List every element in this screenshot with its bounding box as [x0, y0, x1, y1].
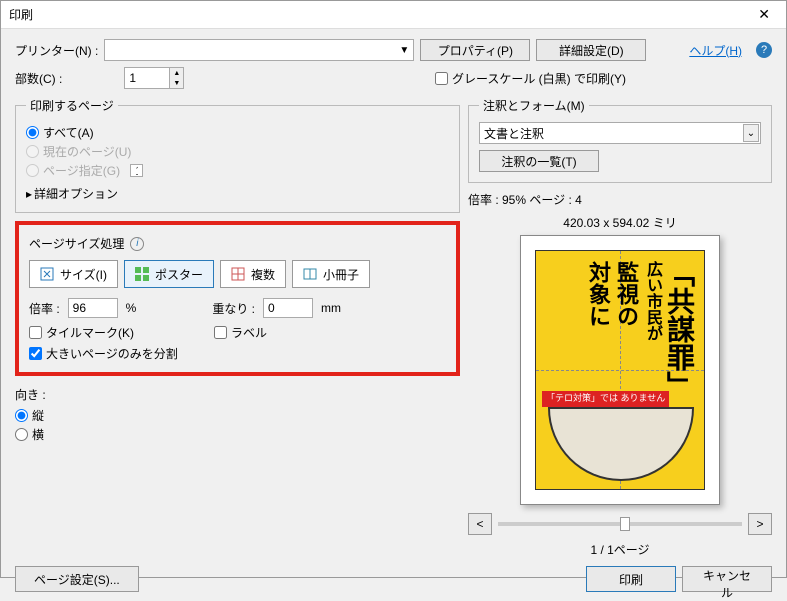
all-pages-radio[interactable]: すべて(A)	[26, 124, 449, 141]
copies-spinner[interactable]: ▲▼	[124, 67, 184, 89]
pages-to-print-group: 印刷するページ すべて(A) 現在のページ(U) ページ指定(G) ▸ 詳細オプ…	[15, 97, 460, 213]
page-range-radio[interactable]: ページ指定(G)	[26, 162, 449, 179]
comments-legend: 注釈とフォーム(M)	[479, 97, 589, 114]
next-page-button[interactable]: >	[748, 513, 772, 535]
poster-text-1: 「共謀罪」	[658, 259, 698, 399]
booklet-button[interactable]: 小冊子	[292, 260, 370, 288]
scale-label: 倍率 :	[29, 300, 60, 317]
overlap-input[interactable]	[263, 298, 313, 318]
comments-select[interactable]: 文書と注釈 ⌄	[479, 122, 761, 144]
close-icon[interactable]: ✕	[750, 6, 778, 23]
sizing-highlight-box: ページサイズ処理 i サイズ(I) ポスター 複数	[15, 221, 460, 376]
spin-down-icon[interactable]: ▼	[170, 78, 183, 88]
comments-group: 注釈とフォーム(M) 文書と注釈 ⌄ 注釈の一覧(T)	[468, 97, 772, 183]
poster-text-3: 監視の	[610, 261, 642, 327]
preview-paper: 「共謀罪」 広い市民が 監視の 対象に 「テロ対策」では ありません	[520, 235, 720, 505]
chevron-down-icon: ▼	[399, 45, 409, 56]
cancel-button[interactable]: キャンセル	[682, 566, 772, 592]
advanced-options-link[interactable]: ▸ 詳細オプション	[26, 185, 118, 202]
overlap-label: 重なり :	[212, 300, 255, 317]
orientation-legend: 向き :	[15, 386, 460, 403]
preview-document: 「共謀罪」 広い市民が 監視の 対象に 「テロ対策」では ありません	[535, 250, 705, 490]
multiple-icon	[231, 267, 245, 281]
booklet-icon	[303, 267, 317, 281]
window-title: 印刷	[9, 6, 750, 23]
size-button[interactable]: サイズ(I)	[29, 260, 118, 288]
labels-checkbox[interactable]: ラベル	[214, 324, 267, 341]
page-slider[interactable]	[498, 522, 742, 526]
chevron-down-icon: ⌄	[743, 124, 759, 142]
copies-input[interactable]	[125, 68, 169, 88]
summary-comments-button[interactable]: 注釈の一覧(T)	[479, 150, 599, 172]
poster-icon	[135, 267, 149, 281]
poster-text-4: 対象に	[582, 261, 614, 327]
print-button[interactable]: 印刷	[586, 566, 676, 592]
advanced-settings-button[interactable]: 詳細設定(D)	[536, 39, 646, 61]
multiple-button[interactable]: 複数	[220, 260, 286, 288]
poster-illustration	[548, 407, 694, 481]
printer-select[interactable]: ▼	[104, 39, 414, 61]
properties-button[interactable]: プロパティ(P)	[420, 39, 530, 61]
printer-label: プリンター(N) :	[15, 42, 98, 59]
grayscale-checkbox[interactable]: グレースケール (白黒) で印刷(Y)	[435, 70, 626, 87]
help-link[interactable]: ヘルプ(H)	[689, 42, 742, 59]
slider-thumb[interactable]	[620, 517, 630, 531]
info-icon[interactable]: i	[130, 237, 144, 251]
preview-area: 420.03 x 594.02 ミリ 「共謀罪」 広い市民が 監視の 対象に 「…	[468, 214, 772, 558]
help-icon[interactable]: ?	[756, 42, 772, 58]
page-range-input[interactable]	[130, 164, 143, 177]
tile-marks-checkbox[interactable]: タイルマーク(K)	[29, 324, 134, 341]
poster-text-2: 広い市民が	[640, 261, 664, 341]
page-nav-label: 1 / 1ページ	[468, 541, 772, 558]
titlebar: 印刷 ✕	[1, 1, 786, 29]
scale-info: 倍率 : 95% ページ : 4	[468, 191, 772, 208]
scale-input[interactable]	[68, 298, 118, 318]
large-only-checkbox[interactable]: 大きいページのみを分割	[29, 345, 446, 362]
pages-legend: 印刷するページ	[26, 97, 118, 114]
current-page-radio[interactable]: 現在のページ(U)	[26, 143, 449, 160]
size-icon	[40, 267, 54, 281]
spin-up-icon[interactable]: ▲	[170, 68, 183, 78]
poster-red-tag: 「テロ対策」では ありません	[542, 391, 669, 407]
prev-page-button[interactable]: <	[468, 513, 492, 535]
preview-dimensions: 420.03 x 594.02 ミリ	[468, 214, 772, 231]
landscape-radio[interactable]: 横	[15, 426, 460, 443]
sizing-legend: ページサイズ処理	[29, 235, 124, 252]
copies-label: 部数(C) :	[15, 70, 62, 87]
orientation-group: 向き : 縦 横	[15, 386, 460, 443]
poster-button[interactable]: ポスター	[124, 260, 214, 288]
portrait-radio[interactable]: 縦	[15, 407, 460, 424]
page-setup-button[interactable]: ページ設定(S)...	[15, 566, 139, 592]
